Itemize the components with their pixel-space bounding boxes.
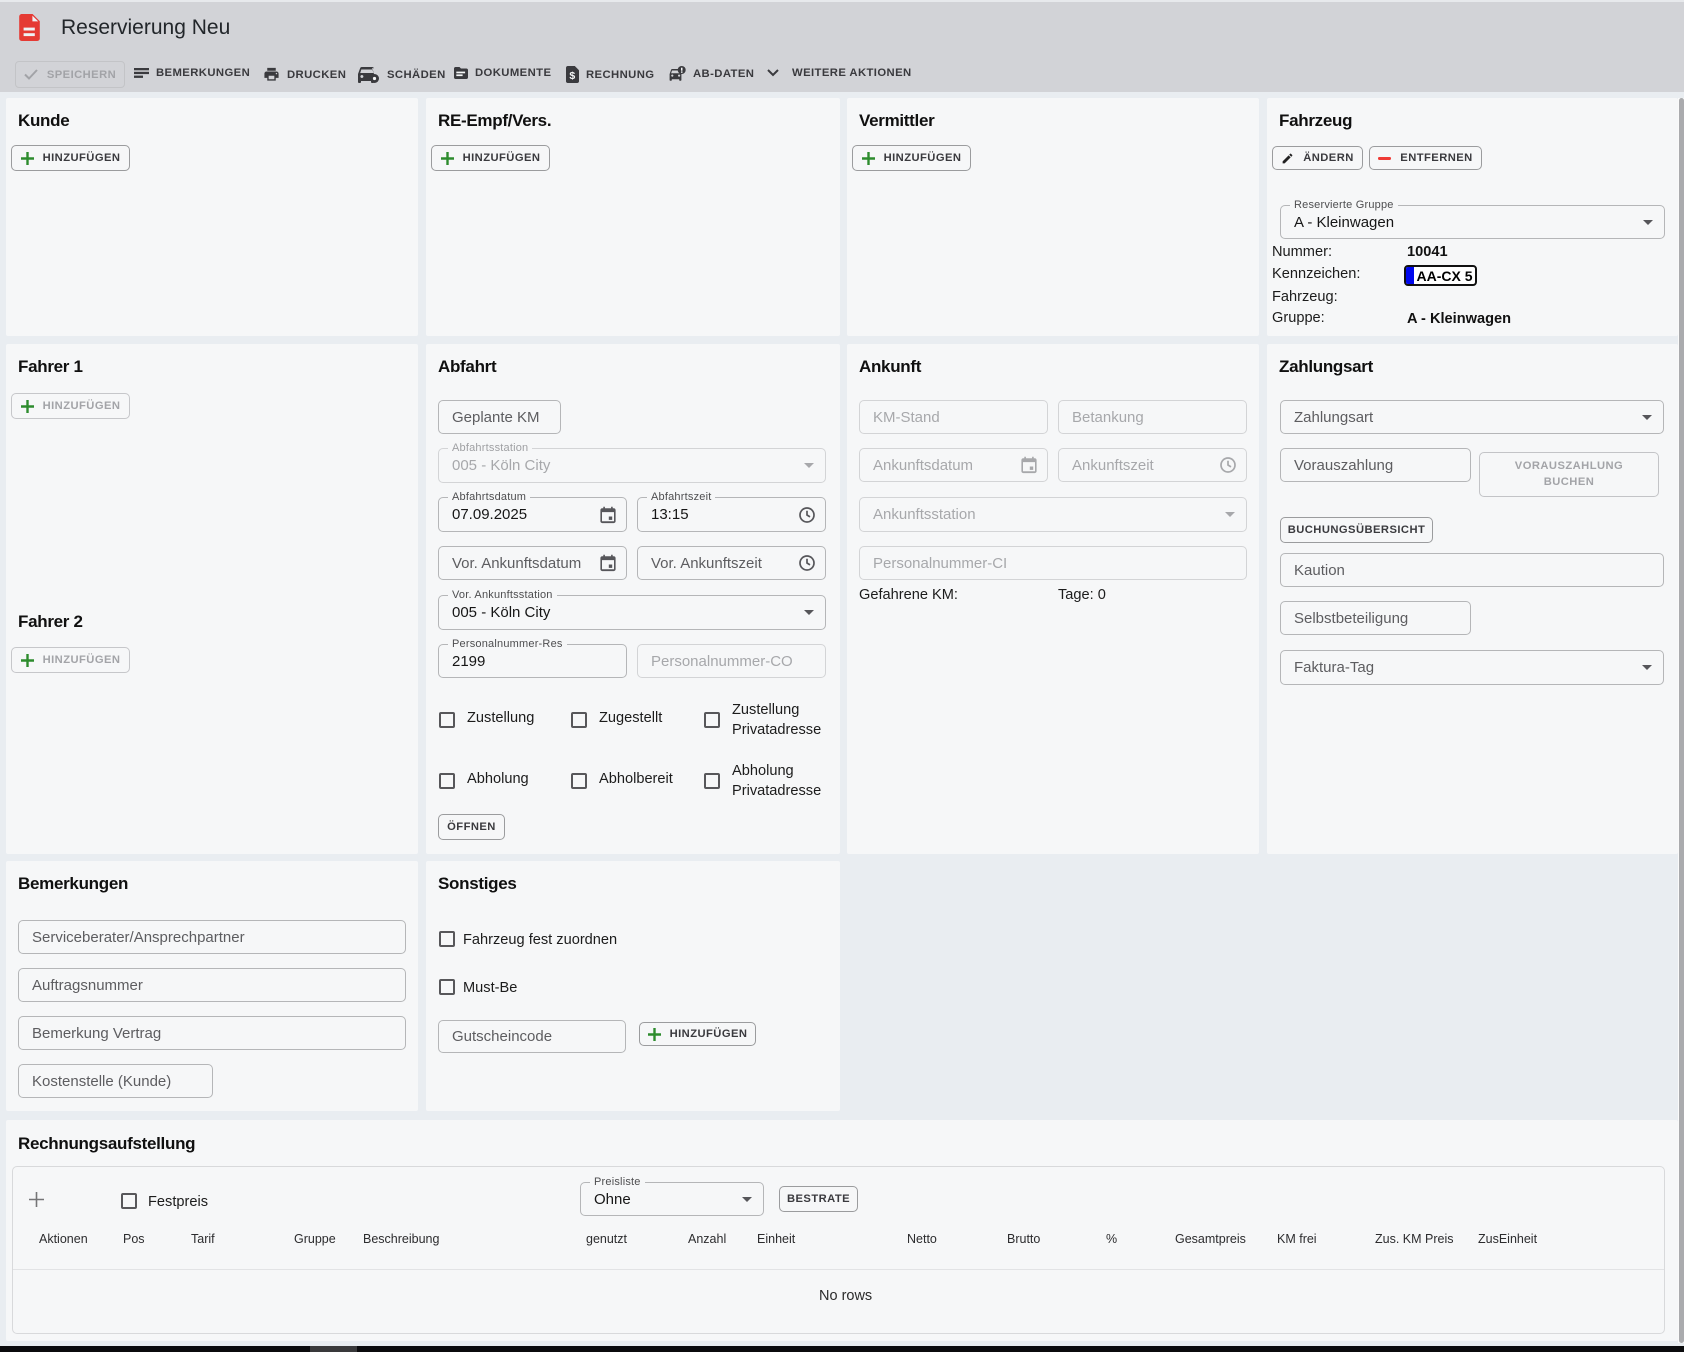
svg-text:$: $ [569, 70, 575, 82]
